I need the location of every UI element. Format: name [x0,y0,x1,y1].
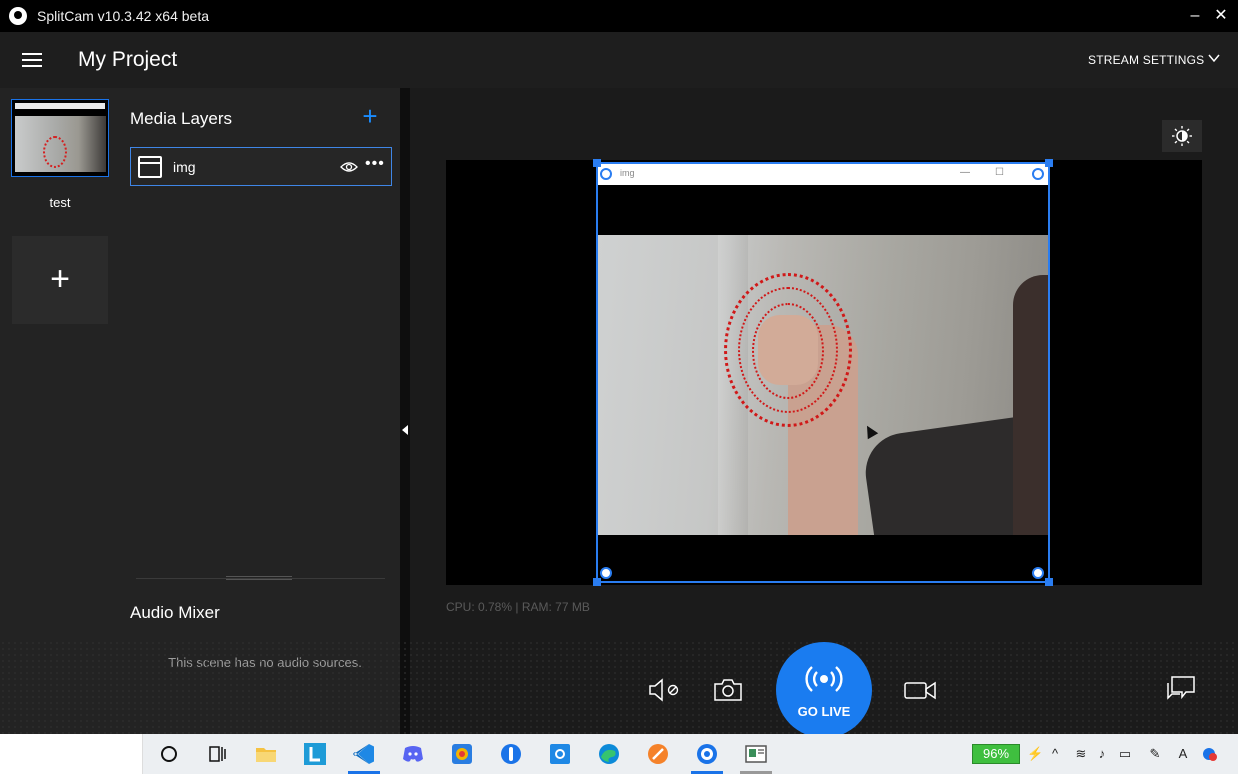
audio-mixer-heading: Audio Mixer [130,603,220,622]
wifi-icon[interactable]: ≋ [1073,746,1089,762]
vscode-icon[interactable] [352,742,376,766]
record-video-icon[interactable] [902,675,938,705]
panel-divider [400,88,410,734]
plug-icon: ⚡ [1027,746,1044,761]
app-icon[interactable] [499,742,523,766]
menu-icon[interactable] [22,53,42,67]
project-title: My Project [78,48,178,71]
stream-settings-button[interactable]: STREAM SETTINGS [1088,53,1204,67]
camera-snapshot-icon[interactable] [710,675,746,705]
resize-handle[interactable] [1032,567,1044,579]
brightness-icon[interactable] [1162,120,1202,152]
corner-handle[interactable] [593,578,601,586]
task-view-icon[interactable] [205,742,229,766]
source-minimize-icon: — [960,167,970,178]
splitcam-logo-icon [9,7,27,25]
mute-microphone-icon[interactable] [646,675,682,705]
chat-icon[interactable] [1164,673,1200,703]
splitcam-icon[interactable] [695,742,719,766]
pen-tray-icon[interactable]: ✎ [1147,746,1163,762]
add-scene-button[interactable]: + [12,236,108,324]
cortana-icon[interactable] [157,742,181,766]
layer-item[interactable]: img ••• [130,147,392,186]
window-capture-icon [138,156,162,178]
corner-handle[interactable] [1045,159,1053,167]
taskbar-search-box[interactable] [0,734,143,774]
broadcast-icon [805,666,843,692]
eye-icon[interactable] [340,159,358,175]
settings-icon[interactable] [548,742,572,766]
window-title: SplitCam v10.3.42 x64 beta [37,8,209,24]
go-live-button[interactable]: GO LIVE [776,642,872,738]
source-window-titlebar: img — ☐ [598,164,1048,185]
store-icon[interactable] [450,742,474,766]
battery-indicator[interactable]: 96% [972,744,1020,764]
mouse-cursor-icon [861,422,879,440]
splitter-grip[interactable] [226,576,292,580]
input-language-icon[interactable]: A [1175,746,1191,762]
add-layer-button[interactable]: + [360,103,380,129]
selected-source[interactable]: img — ☐ [593,159,1053,586]
resize-handle[interactable] [600,168,612,180]
chevron-up-icon[interactable]: ^ [1047,746,1063,762]
preview-canvas[interactable]: img — ☐ [446,159,1202,586]
scenes-panel: test + [0,88,120,734]
source-window-title: img [620,168,635,178]
preview-area: img — ☐ CPU: 0.78% | RAM: 77 MB GO LIVE [0,88,1238,738]
file-explorer-icon[interactable] [254,742,278,766]
collapse-panel-icon[interactable] [402,425,408,435]
corner-handle[interactable] [1045,578,1053,586]
pen-app-icon[interactable] [646,742,670,766]
title-bar: SplitCam v10.3.42 x64 beta – ✕ [0,0,1238,32]
media-layers-heading: Media Layers [130,109,233,128]
scene-label: test [49,195,71,210]
layers-panel: Media Layers + img ••• Audio Mixer This … [120,88,400,734]
corner-handle[interactable] [593,159,601,167]
close-button[interactable]: ✕ [1212,6,1230,26]
resize-handle[interactable] [1032,168,1044,180]
go-live-label: GO LIVE [797,704,851,719]
scene-thumbnail[interactable] [11,99,109,177]
edge-icon[interactable] [597,742,621,766]
minimize-button[interactable]: – [1186,6,1204,26]
discord-icon[interactable] [401,742,425,766]
more-options-icon[interactable]: ••• [365,155,385,177]
source-maximize-icon: ☐ [995,167,1004,178]
battery-tray-icon[interactable]: ▭ [1117,746,1133,762]
performance-stats: CPU: 0.78% | RAM: 77 MB [446,600,590,614]
volume-icon[interactable]: ♪ [1094,746,1110,762]
chevron-down-icon[interactable] [1207,51,1221,65]
onedrive-icon[interactable] [1202,746,1218,762]
webcam-frame [598,235,1048,535]
l-app-icon[interactable] [303,742,327,766]
windows-taskbar: 96% ⚡ ^ ≋ ♪ ▭ ✎ A [0,734,1238,774]
presentation-icon[interactable] [744,742,768,766]
layer-name: img [173,159,196,175]
resize-handle[interactable] [600,567,612,579]
app-header: My Project STREAM SETTINGS [0,32,1238,88]
no-audio-message: This scene has no audio sources. [168,655,362,670]
